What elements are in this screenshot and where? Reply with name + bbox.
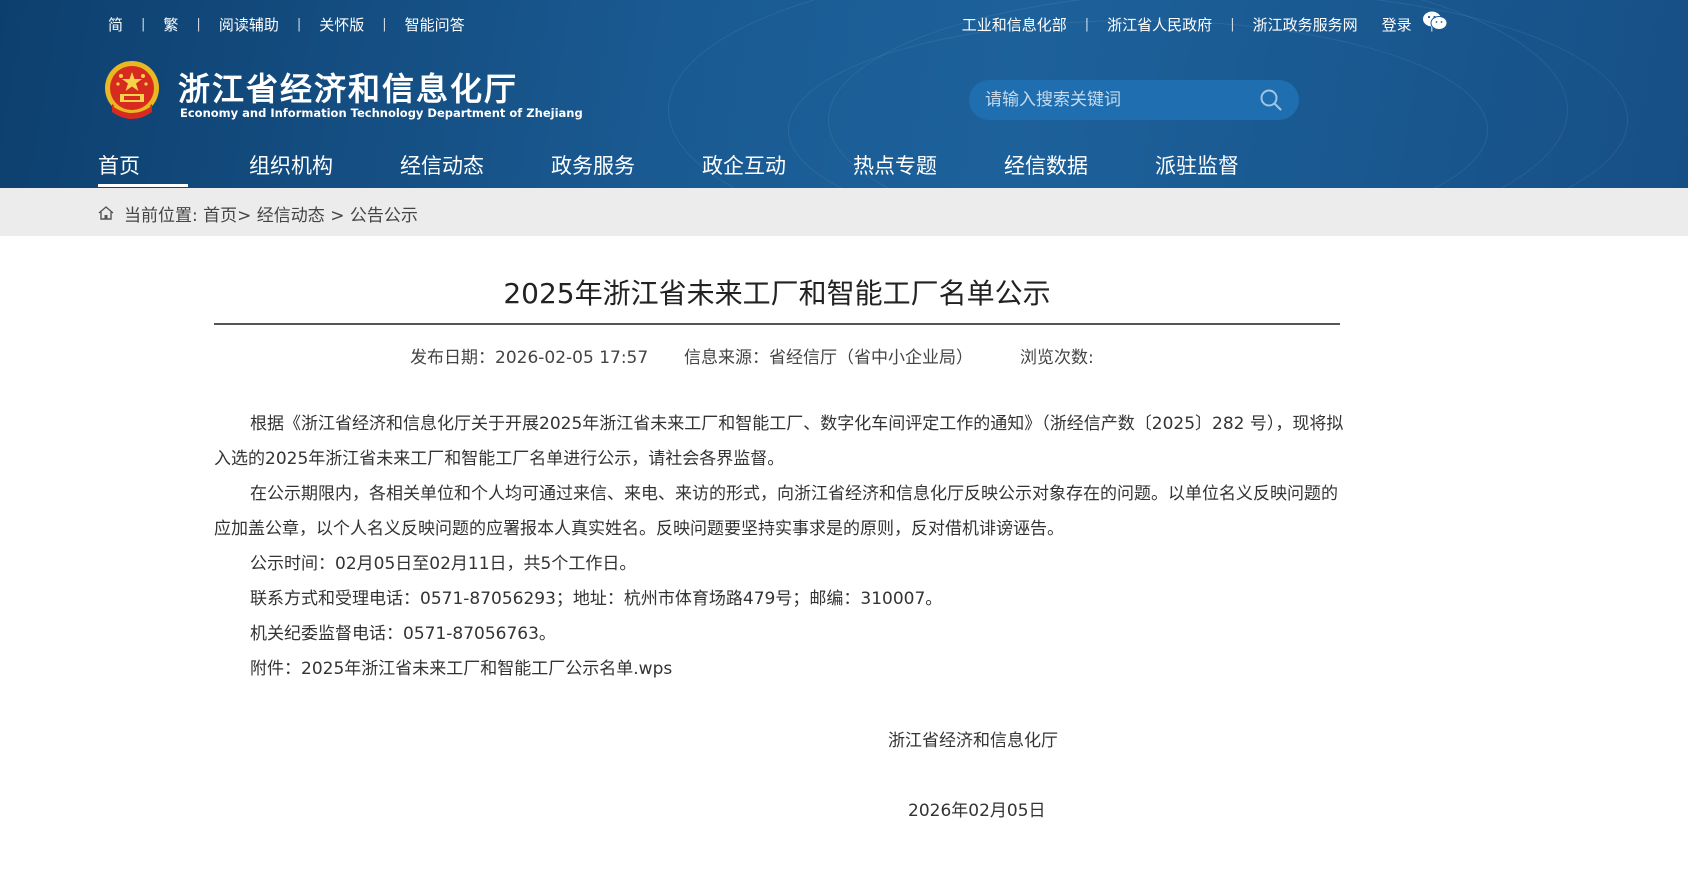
site-subtitle: Economy and Information Technology Depar… (180, 106, 583, 120)
article-title: 2025年浙江省未来工厂和智能工厂名单公示 (503, 277, 1051, 310)
smart-qa-link[interactable]: 智能问答 (405, 14, 465, 35)
nav-item-supervision[interactable]: 派驻监督 (1155, 150, 1275, 188)
site-header: 简 | 繁 | 阅读辅助 | 关怀版 | 智能问答 工业和信息化部 | 浙江省人… (0, 0, 1688, 188)
nav-item-home[interactable]: 首页 (98, 150, 249, 188)
nav-item-interaction[interactable]: 政企互动 (702, 150, 853, 188)
wechat-icon[interactable] (1422, 10, 1448, 32)
topbar-right-links: 工业和信息化部 | 浙江省人民政府 | 浙江政务服务网 登录 | (962, 14, 1452, 35)
article-sign-date: 2026年02月05日 (908, 801, 1046, 821)
paragraph: 在公示期限内，各相关单位和个人均可通过来信、来电、来访的形式，向浙江省经济和信息… (214, 484, 1338, 539)
search-input[interactable] (985, 88, 1245, 112)
nav-item-topics[interactable]: 热点专题 (853, 150, 1004, 188)
simplified-chinese-link[interactable]: 简 (108, 14, 123, 35)
nav-item-services[interactable]: 政务服务 (551, 150, 702, 188)
separator: | (296, 17, 302, 32)
reading-assist-link[interactable]: 阅读辅助 (219, 14, 279, 35)
paragraph: 联系方式和受理电话：0571-87056293；地址：杭州市体育场路479号；邮… (250, 589, 943, 609)
article-signature: 浙江省经济和信息化厅 (888, 731, 1058, 751)
login-link[interactable]: 登录 (1382, 14, 1412, 35)
nav-item-news[interactable]: 经信动态 (400, 150, 551, 188)
info-source: 信息来源：省经信厅（省中小企业局） (684, 348, 973, 368)
traditional-chinese-link[interactable]: 繁 (163, 14, 178, 35)
care-version-link[interactable]: 关怀版 (319, 14, 364, 35)
title-divider (214, 323, 1340, 325)
separator: | (1230, 17, 1235, 32)
topbar-left-links: 简 | 繁 | 阅读辅助 | 关怀版 | 智能问答 (108, 14, 465, 35)
breadcrumb-path[interactable]: 首页> 经信动态 > 公告公示 (203, 206, 418, 226)
separator: | (141, 17, 146, 32)
separator: | (382, 17, 387, 32)
nav-item-data[interactable]: 经信数据 (1004, 150, 1155, 188)
home-icon (98, 206, 114, 220)
zj-service-link[interactable]: 浙江政务服务网 (1253, 14, 1358, 35)
paragraph: 机关纪委监督电话：0571-87056763。 (250, 624, 556, 644)
breadcrumb-label: 当前位置: (124, 206, 198, 226)
article-content: 根据《浙江省经济和信息化厅关于开展2025年浙江省未来工厂和智能工厂、数字化车间… (214, 407, 1344, 687)
site-title[interactable]: 浙江省经济和信息化厅 (178, 64, 518, 110)
paragraph: 根据《浙江省经济和信息化厅关于开展2025年浙江省未来工厂和智能工厂、数字化车间… (214, 414, 1344, 469)
paragraph: 公示时间：02月05日至02月11日，共5个工作日。 (250, 554, 637, 574)
view-count: 浏览次数: (1020, 348, 1094, 368)
search-icon[interactable] (1259, 88, 1283, 112)
national-emblem-icon (105, 61, 159, 119)
miit-link[interactable]: 工业和信息化部 (962, 14, 1067, 35)
top-utility-bar: 简 | 繁 | 阅读辅助 | 关怀版 | 智能问答 工业和信息化部 | 浙江省人… (0, 0, 1688, 46)
article-meta: 发布日期：2026-02-05 17:57 信息来源：省经信厅（省中小企业局） … (410, 343, 1094, 368)
publish-date: 发布日期：2026-02-05 17:57 (410, 348, 649, 368)
nav-item-organization[interactable]: 组织机构 (249, 150, 400, 188)
breadcrumb: 当前位置: 首页> 经信动态 > 公告公示 (124, 201, 418, 226)
separator: | (196, 17, 201, 32)
attachment-link[interactable]: 附件：2025年浙江省未来工厂和智能工厂公示名单.wps (214, 652, 1344, 687)
search-box (969, 80, 1299, 120)
separator: | (1084, 17, 1090, 32)
main-nav: 首页 组织机构 经信动态 政务服务 政企互动 热点专题 经信数据 派驻监督 (98, 150, 1275, 188)
zj-government-link[interactable]: 浙江省人民政府 (1107, 14, 1212, 35)
